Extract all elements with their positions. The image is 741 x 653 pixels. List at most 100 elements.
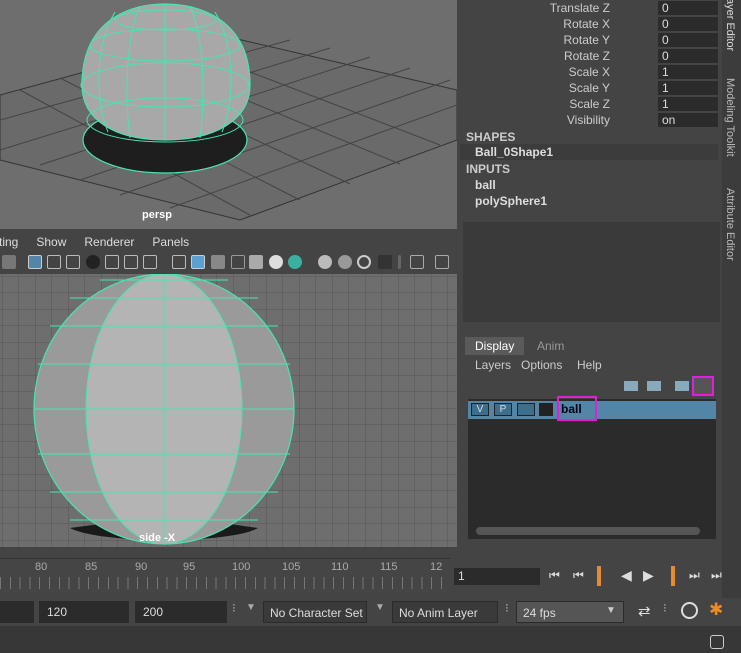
channel-value-field[interactable]: 0: [658, 1, 718, 15]
wireframe-icon[interactable]: [172, 255, 186, 269]
shape-item-row[interactable]: Ball_0Shape1: [460, 144, 718, 160]
tab-layer-editor[interactable]: ayer Editor: [724, 0, 736, 51]
channel-label: Translate Z: [549, 1, 610, 15]
gate-mask-icon[interactable]: [86, 255, 100, 269]
prev-key-icon[interactable]: [597, 566, 601, 586]
channel-value-field[interactable]: on: [658, 113, 718, 127]
current-frame-field[interactable]: 1: [454, 568, 540, 585]
wireframe-on-shaded-icon[interactable]: [211, 255, 225, 269]
layer-visibility-toggle[interactable]: V: [471, 403, 489, 416]
channel-row[interactable]: Visibility on: [460, 112, 722, 128]
panel-menu-panels[interactable]: Panels: [152, 233, 189, 252]
tab-anim[interactable]: Anim: [527, 337, 574, 355]
channel-row[interactable]: Scale Y 1: [460, 80, 722, 96]
tab-display[interactable]: Display: [465, 337, 525, 355]
channel-value-field[interactable]: 0: [658, 49, 718, 63]
tick-label: 100: [232, 561, 251, 573]
menu-options[interactable]: Options: [521, 358, 562, 372]
channel-empty-area: [463, 222, 720, 322]
panel-menu-show[interactable]: Show: [36, 233, 66, 252]
play-forwards-icon[interactable]: ▶: [643, 567, 654, 584]
time-slider[interactable]: 80 85 90 95 100 105 110 115 12: [0, 558, 450, 593]
channel-row[interactable]: Translate Z 0: [460, 0, 722, 16]
next-key-icon[interactable]: [671, 566, 675, 586]
channel-value-field[interactable]: 1: [658, 65, 718, 79]
character-set-field[interactable]: No Character Set: [263, 601, 367, 623]
textured-icon[interactable]: [231, 255, 245, 269]
new-layer-selected-icon[interactable]: [692, 376, 714, 396]
command-line[interactable]: [0, 626, 741, 653]
range-start-field[interactable]: [0, 601, 34, 623]
toolbar-divider-icon: [398, 255, 401, 269]
ambient-occlusion-icon[interactable]: [318, 255, 332, 269]
side-viewport[interactable]: side -X: [0, 274, 457, 547]
layer-playback-toggle[interactable]: P: [494, 403, 512, 416]
pencil-icon[interactable]: [2, 255, 16, 269]
script-editor-icon[interactable]: [710, 635, 724, 649]
safe-action-icon[interactable]: [124, 255, 138, 269]
anim-end-field[interactable]: 200: [135, 601, 227, 623]
range-end-field[interactable]: 120: [39, 601, 129, 623]
film-gate-icon[interactable]: [47, 255, 61, 269]
move-layer-up-icon[interactable]: [624, 381, 638, 391]
play-backwards-icon[interactable]: ◀: [621, 567, 632, 584]
motion-blur-icon[interactable]: [338, 255, 352, 269]
anti-alias-icon[interactable]: [357, 255, 371, 269]
tab-attribute-editor[interactable]: Attribute Editor: [724, 188, 736, 261]
anim-layer-dropdown-icon[interactable]: ▼: [375, 602, 385, 613]
tab-modeling-toolkit[interactable]: Modeling Toolkit: [724, 78, 736, 157]
go-to-end-icon[interactable]: ⏭: [711, 568, 722, 583]
channel-row[interactable]: Rotate X 0: [460, 16, 722, 32]
panel-layout-icon[interactable]: [435, 255, 449, 269]
xray-icon[interactable]: [410, 255, 424, 269]
panel-toolbar: [0, 252, 457, 274]
step-forward-icon[interactable]: ⏭: [689, 568, 700, 583]
menu-help[interactable]: Help: [577, 358, 602, 372]
go-to-start-icon[interactable]: ⏮: [549, 568, 560, 583]
channel-row[interactable]: Scale Z 1: [460, 96, 722, 112]
menu-layers[interactable]: Layers: [475, 358, 511, 372]
tick-label: 12: [430, 561, 443, 573]
layer-display-type-toggle[interactable]: [517, 403, 535, 416]
playback-controls: ⏮ ⏮ ◀ ▶ ⏭ ⏭: [547, 566, 727, 586]
auto-key-icon[interactable]: [681, 602, 698, 619]
loop-icon[interactable]: ⇄: [638, 602, 651, 620]
layer-row-ball[interactable]: V P ball: [468, 396, 716, 421]
light-icon[interactable]: [269, 255, 283, 269]
channel-value-field[interactable]: 0: [658, 17, 718, 31]
isolate-select-icon[interactable]: [378, 255, 392, 269]
resolution-gate-icon[interactable]: [66, 255, 80, 269]
move-layer-down-icon[interactable]: [647, 381, 661, 391]
panel-menu-renderer[interactable]: Renderer: [84, 233, 134, 252]
channel-value-field[interactable]: 0: [658, 33, 718, 47]
panel-menu-lighting[interactable]: ting: [0, 233, 18, 252]
panel-menubar: ting Show Renderer Panels: [0, 233, 457, 252]
persp-viewport[interactable]: persp: [0, 0, 457, 229]
input-item-ball[interactable]: ball: [475, 178, 496, 192]
new-empty-layer-icon[interactable]: [675, 381, 689, 391]
tick-label: 110: [331, 561, 349, 573]
channel-value-field[interactable]: 1: [658, 97, 718, 111]
range-divider-icon: ⁝: [663, 601, 667, 615]
checker-icon[interactable]: [249, 255, 263, 269]
smooth-shade-icon[interactable]: [191, 255, 205, 269]
tick-label: 80: [35, 561, 48, 573]
ball-mesh-persp: [80, 3, 251, 174]
character-set-dropdown-icon[interactable]: ▼: [246, 602, 256, 613]
channel-row[interactable]: Rotate Y 0: [460, 32, 722, 48]
input-item-polysphere[interactable]: polySphere1: [475, 194, 547, 208]
layer-color-swatch[interactable]: [539, 403, 553, 416]
grid-icon[interactable]: [28, 255, 42, 269]
layer-list-scrollbar[interactable]: [476, 527, 700, 535]
layer-name[interactable]: ball: [557, 396, 597, 421]
channel-row[interactable]: Scale X 1: [460, 64, 722, 80]
maya-window: persp ting Show Renderer Panels side -X …: [0, 0, 741, 653]
animation-preferences-icon[interactable]: ✱: [709, 600, 723, 620]
step-back-key-icon[interactable]: ⏮: [573, 568, 584, 583]
shadows-icon[interactable]: [288, 255, 302, 269]
safe-title-icon[interactable]: [143, 255, 157, 269]
field-chart-icon[interactable]: [105, 255, 119, 269]
channel-row[interactable]: Rotate Z 0: [460, 48, 722, 64]
channel-value-field[interactable]: 1: [658, 81, 718, 95]
anim-layer-field[interactable]: No Anim Layer: [392, 601, 498, 623]
